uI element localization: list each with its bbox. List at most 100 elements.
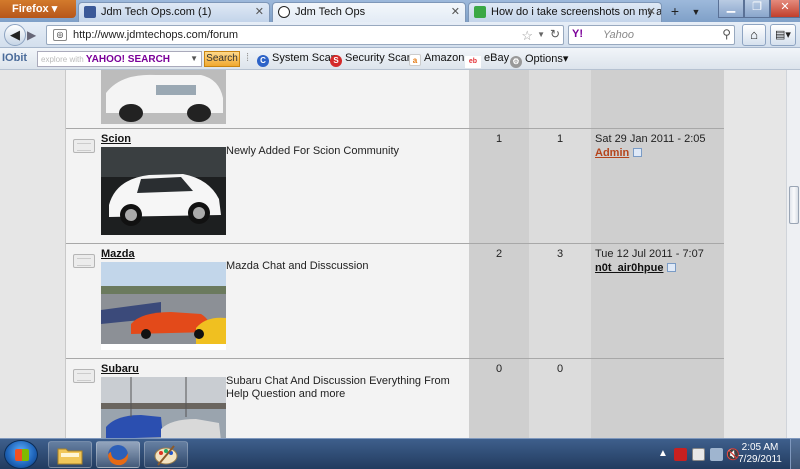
bookmarks-icon: ▤▾ bbox=[775, 29, 791, 41]
goto-last-post-icon[interactable] bbox=[667, 263, 677, 272]
bookmark-star-icon[interactable]: ☆ bbox=[521, 28, 533, 44]
windows-taskbar: ▲ 🔇 2:05 AM 7/29/2011 bbox=[0, 438, 800, 469]
iobit-logo[interactable]: IObit bbox=[2, 52, 27, 64]
forum-description: Newly Added For Scion Community bbox=[226, 145, 400, 157]
system-scan-button[interactable]: C System Scan bbox=[257, 52, 337, 67]
posts-count: 0 bbox=[556, 363, 564, 375]
forum-row bbox=[66, 70, 724, 128]
show-desktop-button[interactable] bbox=[790, 439, 800, 469]
forum-row-scion: Scion Newly Added For Scion Community 1 … bbox=[66, 128, 724, 243]
tab-label: How do i take screenshots on my ace... bbox=[491, 6, 662, 18]
history-dropdown-icon[interactable]: ▼ bbox=[537, 30, 545, 39]
scrollbar-thumb[interactable] bbox=[789, 186, 799, 224]
start-button[interactable] bbox=[4, 440, 38, 469]
gear-icon: ⚙ bbox=[510, 56, 522, 68]
close-icon[interactable]: ✕ bbox=[647, 5, 656, 18]
tab-jdm-tech-ops[interactable]: Jdm Tech Ops ✕ bbox=[272, 2, 466, 22]
close-window-button[interactable]: ✕ bbox=[770, 0, 800, 18]
home-icon: ⌂ bbox=[750, 27, 758, 42]
forum-title-link[interactable]: Subaru bbox=[101, 363, 139, 375]
toolbar-search-input[interactable]: explore with YAHOO! SEARCH ▼ bbox=[37, 51, 202, 67]
clock-date: 7/29/2011 bbox=[738, 454, 782, 465]
site-identity-icon[interactable]: ◎ bbox=[53, 29, 67, 41]
posts-count: 3 bbox=[556, 248, 564, 260]
action-center-icon[interactable] bbox=[692, 448, 705, 461]
network-icon[interactable] bbox=[710, 448, 723, 461]
security-scan-button[interactable]: S Security Scan bbox=[330, 52, 413, 67]
facebook-icon bbox=[84, 6, 96, 18]
topics-count: 2 bbox=[495, 248, 503, 260]
forum-status-icon bbox=[73, 369, 95, 383]
tab-screenshots-question[interactable]: How do i take screenshots on my ace... ✕ bbox=[468, 2, 662, 22]
reload-icon[interactable]: ↻ bbox=[550, 27, 560, 41]
forum-title-link[interactable]: Scion bbox=[101, 133, 131, 145]
last-post-date: Sat 29 Jan 2011 - 2:05 bbox=[595, 133, 706, 145]
firefox-menu-label: Firefox bbox=[12, 3, 49, 15]
paint-taskbar-button[interactable] bbox=[144, 441, 188, 468]
close-icon[interactable]: ✕ bbox=[451, 5, 460, 18]
system-scan-icon: C bbox=[257, 55, 269, 67]
forum-description: Mazda Chat and Disscussion bbox=[226, 260, 369, 272]
firefox-icon bbox=[108, 445, 129, 466]
new-tab-button[interactable]: + bbox=[665, 3, 685, 21]
amazon-icon: a bbox=[409, 54, 421, 66]
last-post-author-link[interactable]: n0t_air0hpue bbox=[595, 262, 677, 274]
bookmarks-menu-button[interactable]: ▤▾ bbox=[770, 24, 796, 46]
system-clock[interactable]: 2:05 AM 7/29/2011 bbox=[732, 442, 788, 466]
last-post-author-link[interactable]: Admin bbox=[595, 147, 643, 159]
options-label: Options bbox=[525, 53, 563, 65]
yahoo-icon[interactable]: Y! bbox=[572, 28, 583, 40]
antivirus-tray-icon[interactable] bbox=[674, 448, 687, 461]
firefox-taskbar-button[interactable] bbox=[96, 441, 140, 468]
security-scan-label: Security Scan bbox=[345, 52, 413, 64]
forward-button[interactable]: ▶ bbox=[27, 28, 36, 42]
list-all-tabs-button[interactable]: ▼ bbox=[688, 3, 704, 21]
toolbar-separator-icon: ⁞ bbox=[246, 52, 250, 64]
ebay-button[interactable]: eb eBay bbox=[465, 52, 509, 68]
tab-label: Jdm Tech Ops.com (1) bbox=[101, 6, 212, 18]
close-icon[interactable]: ✕ bbox=[255, 5, 264, 18]
restore-button[interactable]: ❐ bbox=[744, 0, 770, 18]
forum-image[interactable] bbox=[101, 377, 226, 438]
show-hidden-icons-button[interactable]: ▲ bbox=[658, 448, 671, 461]
amazon-button[interactable]: a Amazon bbox=[409, 52, 464, 66]
forum-table: Scion Newly Added For Scion Community 1 … bbox=[65, 70, 724, 438]
back-arrow-icon: ◀ bbox=[10, 27, 20, 42]
forum-title-link[interactable]: Mazda bbox=[101, 248, 135, 260]
windows-logo-icon bbox=[15, 449, 29, 461]
tab-facebook[interactable]: Jdm Tech Ops.com (1) ✕ bbox=[78, 2, 270, 22]
home-button[interactable]: ⌂ bbox=[742, 24, 766, 46]
toolbar-search-button[interactable]: Search bbox=[204, 51, 240, 67]
forum-description: Subaru Chat And Discussion Everything Fr… bbox=[226, 375, 450, 400]
search-icon[interactable]: ⚲ bbox=[722, 27, 731, 41]
address-bar[interactable]: ◎ http://www.jdmtechops.com/forum ☆ ▼ ↻ bbox=[46, 25, 564, 45]
forum-status-icon bbox=[73, 254, 95, 268]
chevron-down-icon[interactable]: ▼ bbox=[190, 54, 198, 63]
forum-image[interactable] bbox=[101, 262, 226, 350]
site-icon bbox=[278, 6, 290, 18]
topics-count: 1 bbox=[495, 133, 503, 145]
minimize-button[interactable]: ▁ bbox=[718, 0, 744, 18]
search-placeholder-prefix: explore with bbox=[41, 55, 84, 64]
ebay-icon: eb bbox=[465, 56, 481, 68]
url-text: http://www.jdmtechops.com/forum bbox=[73, 29, 239, 41]
back-button[interactable]: ◀ bbox=[4, 24, 26, 46]
forum-row-subaru: Subaru Subaru Chat And Discussion Everyt… bbox=[66, 358, 724, 438]
explorer-taskbar-button[interactable] bbox=[48, 441, 92, 468]
goto-last-post-icon[interactable] bbox=[633, 148, 643, 157]
firefox-menu-button[interactable]: Firefox ▾ bbox=[0, 0, 76, 18]
forum-image[interactable] bbox=[101, 147, 226, 235]
title-bar: Firefox ▾ Jdm Tech Ops.com (1) ✕ Jdm Tec… bbox=[0, 0, 800, 22]
last-post-date: Tue 12 Jul 2011 - 7:07 bbox=[595, 248, 704, 260]
vertical-scrollbar[interactable] bbox=[786, 70, 800, 438]
forum-status-icon bbox=[73, 139, 95, 153]
forum-image bbox=[101, 70, 226, 124]
ebay-label: eBay bbox=[484, 52, 510, 64]
search-input[interactable]: Y! Yahoo ⚲ bbox=[568, 25, 735, 45]
search-placeholder: Yahoo bbox=[603, 29, 634, 41]
folder-icon bbox=[57, 448, 83, 465]
clock-time: 2:05 AM bbox=[741, 442, 779, 453]
options-button[interactable]: ⚙ Options▾ bbox=[510, 52, 568, 68]
paint-palette-icon bbox=[154, 445, 178, 466]
page-content: Scion Newly Added For Scion Community 1 … bbox=[0, 70, 786, 438]
